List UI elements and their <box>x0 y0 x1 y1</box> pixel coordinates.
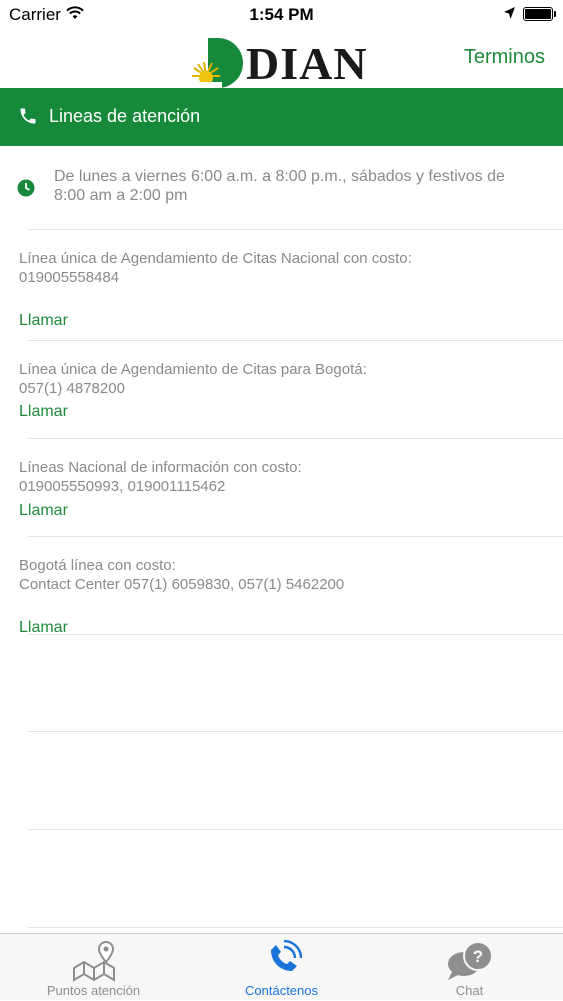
entry-label: Línea única de Agendamiento de Citas par… <box>19 361 367 378</box>
clock-time: 1:54 PM <box>249 5 314 24</box>
hours-text: De lunes a viernes 6:00 a.m. a 8:00 p.m.… <box>54 168 505 204</box>
tab-contactenos[interactable]: Contáctenos <box>188 934 375 1001</box>
divider <box>28 731 563 732</box>
divider <box>28 229 563 230</box>
entry-label: Línea única de Agendamiento de Citas Nac… <box>19 250 412 267</box>
location-arrow-icon <box>503 6 516 25</box>
call-button[interactable]: Llamar <box>19 312 68 330</box>
call-button[interactable]: Llamar <box>19 502 68 520</box>
sun-logo-icon <box>190 38 243 88</box>
contact-entry: Línea única de Agendamiento de Citas par… <box>19 360 549 398</box>
app-header: DIAN Terminos <box>0 30 563 88</box>
tab-bar: Puntos atención Contáctenos ? Chat <box>0 933 563 1000</box>
section-title: Lineas de atención <box>49 106 201 126</box>
clock-icon <box>17 179 35 202</box>
call-button[interactable]: Llamar <box>19 403 68 421</box>
tab-label: Puntos atención <box>46 983 141 998</box>
entry-number: 057(1) 4878200 <box>19 380 125 397</box>
chat-question-icon: ? <box>444 940 496 987</box>
tab-label: Contáctenos <box>245 983 318 998</box>
contact-entry: Bogotá línea con costo: Contact Center 0… <box>19 556 549 594</box>
section-header: Lineas de atención <box>0 88 563 146</box>
divider <box>28 634 563 635</box>
entry-number: 019005550993, 019001115462 <box>19 478 226 495</box>
entry-number: 019005558484 <box>19 269 120 286</box>
map-pin-icon <box>70 940 118 987</box>
tab-chat[interactable]: ? Chat <box>376 934 563 1001</box>
divider <box>28 829 563 830</box>
tab-puntos-atencion[interactable]: Puntos atención <box>0 934 187 1001</box>
divider <box>28 438 563 439</box>
dian-logo: DIAN <box>188 38 378 88</box>
divider <box>28 536 563 537</box>
logo-text: DIAN <box>246 38 368 89</box>
terms-link[interactable]: Terminos <box>464 46 545 69</box>
phone-call-icon <box>262 939 302 985</box>
battery-icon <box>523 7 556 21</box>
status-bar: Carrier 1:54 PM <box>0 0 563 30</box>
tab-label: Chat <box>455 983 484 998</box>
phone-icon <box>18 106 38 131</box>
divider <box>28 927 563 928</box>
divider <box>28 340 563 341</box>
svg-text:?: ? <box>472 947 482 966</box>
entry-label: Bogotá línea con costo: <box>19 557 176 574</box>
entry-label: Líneas Nacional de información con costo… <box>19 459 302 476</box>
contact-entry: Líneas Nacional de información con costo… <box>19 458 549 496</box>
contact-entry: Línea única de Agendamiento de Citas Nac… <box>19 249 549 287</box>
entry-number: Contact Center 057(1) 6059830, 057(1) 54… <box>19 576 345 593</box>
